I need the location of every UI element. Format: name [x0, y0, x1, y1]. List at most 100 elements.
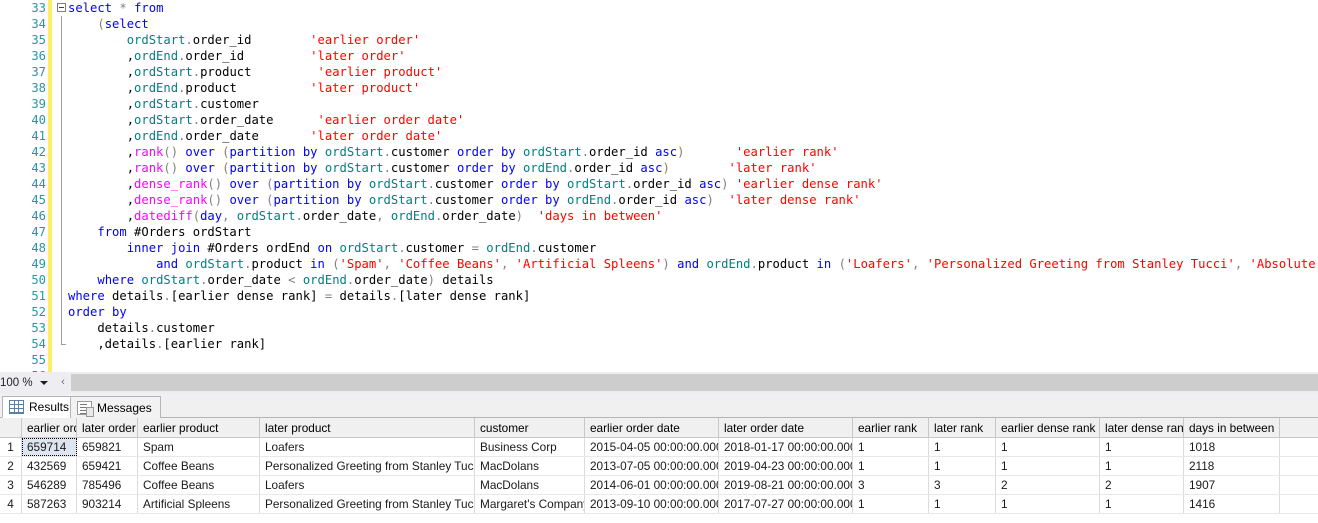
- grid-cell[interactable]: Business Corp: [475, 438, 585, 456]
- grid-cell[interactable]: 3: [929, 476, 996, 494]
- grid-cell[interactable]: 1: [1100, 438, 1184, 456]
- fold-column[interactable]: [56, 240, 68, 256]
- fold-column[interactable]: [56, 160, 68, 176]
- grid-cell[interactable]: 2013-09-10 00:00:00.000: [585, 495, 719, 513]
- grid-cell[interactable]: 2019-04-23 00:00:00.000: [719, 457, 853, 475]
- grid-cell[interactable]: 1907: [1184, 476, 1280, 494]
- column-header[interactable]: later product: [260, 418, 475, 437]
- fold-column[interactable]: [56, 320, 68, 336]
- row-number[interactable]: 3: [0, 476, 22, 494]
- fold-column[interactable]: [56, 96, 68, 112]
- horizontal-scrollbar[interactable]: [71, 374, 1318, 391]
- table-row[interactable]: 2 432569 659421 Coffee Beans Personalized Gr…: [0, 457, 1318, 476]
- fold-column[interactable]: [56, 112, 68, 128]
- grid-cell[interactable]: 1: [929, 438, 996, 456]
- column-header[interactable]: later order: [77, 418, 138, 437]
- fold-column[interactable]: [56, 192, 68, 208]
- grid-cell[interactable]: Personalized Greeting from Stanley Tucci: [260, 457, 475, 475]
- grid-cell[interactable]: 1018: [1184, 438, 1280, 456]
- column-header[interactable]: later dense rank: [1100, 418, 1184, 437]
- fold-column[interactable]: [56, 80, 68, 96]
- grid-cell[interactable]: 2: [996, 476, 1100, 494]
- grid-cell[interactable]: 1: [853, 495, 929, 513]
- fold-column[interactable]: [56, 224, 68, 240]
- fold-column[interactable]: [56, 352, 68, 368]
- grid-cell[interactable]: 1: [996, 438, 1100, 456]
- column-header[interactable]: later rank: [929, 418, 996, 437]
- grid-cell[interactable]: 2019-08-21 00:00:00.000: [719, 476, 853, 494]
- fold-column[interactable]: [56, 16, 68, 32]
- column-header[interactable]: customer: [475, 418, 585, 437]
- grid-cell[interactable]: 2018-01-17 00:00:00.000: [719, 438, 853, 456]
- grid-cell[interactable]: Spam: [138, 438, 260, 456]
- table-row[interactable]: 1 659714 659821 Spam Loafers Business Corp 201…: [0, 438, 1318, 457]
- fold-column[interactable]: [56, 32, 68, 48]
- zoom-dropdown[interactable]: 100 %: [0, 373, 52, 393]
- grid-cell[interactable]: 2118: [1184, 457, 1280, 475]
- sql-editor[interactable]: 33 select * from 34 (select 35 ordStart.ord…: [0, 0, 1318, 372]
- grid-cell[interactable]: MacDolans: [475, 457, 585, 475]
- fold-column[interactable]: [56, 304, 68, 320]
- row-number[interactable]: 4: [0, 495, 22, 513]
- grid-cell[interactable]: 3: [853, 476, 929, 494]
- column-header[interactable]: earlier order: [22, 418, 77, 437]
- grid-cell[interactable]: 432569: [22, 457, 77, 475]
- chevron-down-icon[interactable]: [40, 381, 48, 385]
- grid-cell[interactable]: 1: [996, 495, 1100, 513]
- column-header[interactable]: days in between: [1184, 418, 1280, 437]
- grid-cell[interactable]: Loafers: [260, 438, 475, 456]
- grid-cell[interactable]: 659714: [22, 438, 77, 456]
- grid-cell[interactable]: 1: [929, 457, 996, 475]
- fold-column[interactable]: [56, 288, 68, 304]
- grid-cell[interactable]: 903214: [77, 495, 138, 513]
- results-grid[interactable]: earlier orderlater orderearlier productl…: [0, 418, 1318, 523]
- column-header[interactable]: earlier order date: [585, 418, 719, 437]
- grid-cell[interactable]: 2015-04-05 00:00:00.000: [585, 438, 719, 456]
- grid-cell[interactable]: Coffee Beans: [138, 476, 260, 494]
- grid-cell[interactable]: 659821: [77, 438, 138, 456]
- grid-cell[interactable]: Artificial Spleens: [138, 495, 260, 513]
- fold-column[interactable]: [56, 64, 68, 80]
- fold-column[interactable]: [56, 128, 68, 144]
- tab-messages[interactable]: Messages: [70, 396, 161, 418]
- grid-cell[interactable]: 1: [853, 438, 929, 456]
- grid-cell[interactable]: 546289: [22, 476, 77, 494]
- fold-column[interactable]: [56, 0, 68, 16]
- grid-cell[interactable]: 1: [1100, 495, 1184, 513]
- grid-cell[interactable]: 785496: [77, 476, 138, 494]
- column-header[interactable]: earlier rank: [853, 418, 929, 437]
- grid-cell[interactable]: Personalized Greeting from Stanley Tucci: [260, 495, 475, 513]
- table-row[interactable]: 4 587263 903214 Artificial Spleens Personali…: [0, 495, 1318, 514]
- grid-cell[interactable]: 1416: [1184, 495, 1280, 513]
- grid-cell[interactable]: 659421: [77, 457, 138, 475]
- column-header[interactable]: later order date: [719, 418, 853, 437]
- scroll-left-arrow-icon[interactable]: ‹: [55, 374, 71, 391]
- grid-cell[interactable]: 1: [853, 457, 929, 475]
- tab-results[interactable]: Results: [2, 396, 79, 418]
- fold-column[interactable]: [56, 336, 68, 352]
- grid-cell[interactable]: 2017-07-27 00:00:00.000: [719, 495, 853, 513]
- table-row[interactable]: 3 546289 785496 Coffee Beans Loafers MacDolan…: [0, 476, 1318, 495]
- grid-cell[interactable]: Margaret's Company: [475, 495, 585, 513]
- fold-column[interactable]: [56, 48, 68, 64]
- fold-column[interactable]: [56, 272, 68, 288]
- grid-cell[interactable]: 2013-07-05 00:00:00.000: [585, 457, 719, 475]
- row-number[interactable]: 1: [0, 438, 22, 456]
- grid-cell[interactable]: 1: [996, 457, 1100, 475]
- grid-cell[interactable]: 2014-06-01 00:00:00.000: [585, 476, 719, 494]
- fold-column[interactable]: [56, 144, 68, 160]
- collapse-minus-icon[interactable]: [57, 3, 66, 12]
- grid-cell[interactable]: Coffee Beans: [138, 457, 260, 475]
- grid-cell[interactable]: MacDolans: [475, 476, 585, 494]
- grid-cell[interactable]: 1: [1100, 457, 1184, 475]
- grid-cell[interactable]: 1: [929, 495, 996, 513]
- column-header[interactable]: earlier dense rank: [996, 418, 1100, 437]
- fold-column[interactable]: [56, 208, 68, 224]
- row-number[interactable]: 2: [0, 457, 22, 475]
- column-header[interactable]: earlier product: [138, 418, 260, 437]
- fold-column[interactable]: [56, 176, 68, 192]
- grid-cell[interactable]: Loafers: [260, 476, 475, 494]
- grid-cell[interactable]: 587263: [22, 495, 77, 513]
- grid-cell[interactable]: 2: [1100, 476, 1184, 494]
- fold-column[interactable]: [56, 256, 68, 272]
